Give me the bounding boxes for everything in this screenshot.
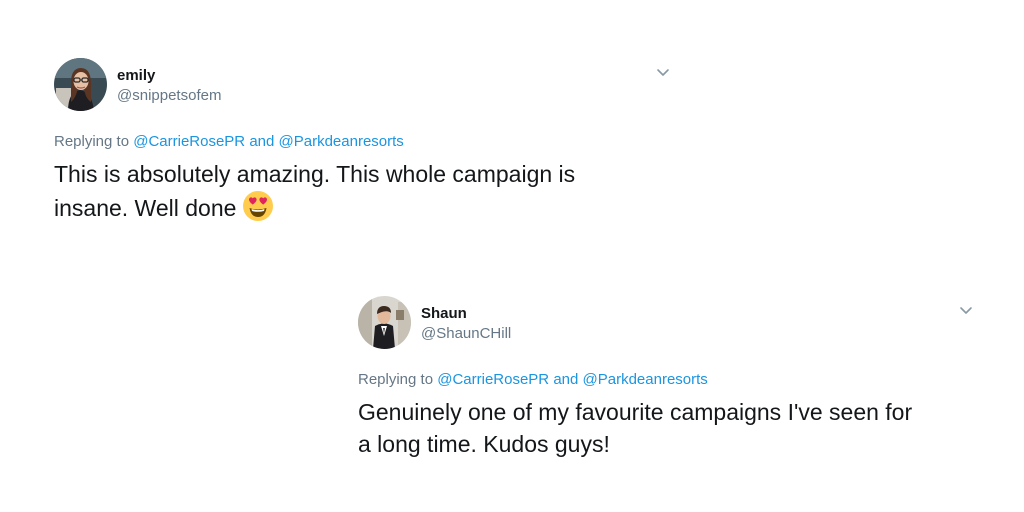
avatar-woman-glasses-icon (54, 58, 107, 111)
mention-link-carrierosepr[interactable]: @CarrieRosePR (133, 133, 245, 150)
avatar[interactable] (54, 58, 107, 111)
mention-conjunction: and (249, 133, 275, 150)
tweet-text: Genuinely one of my favourite campaigns … (358, 396, 958, 460)
avatar[interactable] (358, 296, 411, 349)
display-name[interactable]: Shaun (421, 304, 511, 323)
avatar-man-suit-icon (358, 296, 411, 349)
user-names: Shaun @ShaunCHill (421, 304, 511, 343)
chevron-down-icon[interactable] (959, 306, 973, 316)
tweet-header: emily @snippetsofem (54, 58, 674, 112)
tweet-text-line-1: This is absolutely amazing. This whole c… (54, 161, 576, 187)
replying-to-line: Replying to @CarrieRosePR and @Parkdeanr… (358, 370, 978, 390)
mention-link-parkdeanresorts[interactable]: @Parkdeanresorts (279, 133, 404, 150)
mention-conjunction: and (553, 371, 579, 388)
display-name[interactable]: emily (117, 66, 221, 85)
user-handle[interactable]: @snippetsofem (117, 86, 221, 105)
tweet-text-line-1: Genuinely one of my favourite campaigns … (358, 399, 913, 425)
tweet-header: Shaun @ShaunCHill (358, 296, 978, 350)
chevron-down-icon[interactable] (656, 68, 670, 78)
replying-to-label: Replying to (54, 133, 130, 150)
replying-to-line: Replying to @CarrieRosePR and @Parkdeanr… (54, 132, 674, 152)
user-names: emily @snippetsofem (117, 66, 221, 105)
tweet-text-line-2: a long time. Kudos guys! (358, 431, 610, 457)
tweet-text: This is absolutely amazing. This whole c… (54, 158, 654, 224)
tweet-emily[interactable]: emily @snippetsofem Replying to @CarrieR… (54, 58, 674, 224)
tweet-shaun[interactable]: Shaun @ShaunCHill Replying to @CarrieRos… (358, 296, 978, 460)
heart-eyes-emoji-icon (243, 191, 274, 221)
replying-to-label: Replying to (358, 371, 434, 388)
mention-link-parkdeanresorts[interactable]: @Parkdeanresorts (583, 371, 708, 388)
tweet-text-line-2: insane. Well done (54, 195, 237, 221)
mention-link-carrierosepr[interactable]: @CarrieRosePR (437, 371, 549, 388)
user-handle[interactable]: @ShaunCHill (421, 324, 511, 343)
